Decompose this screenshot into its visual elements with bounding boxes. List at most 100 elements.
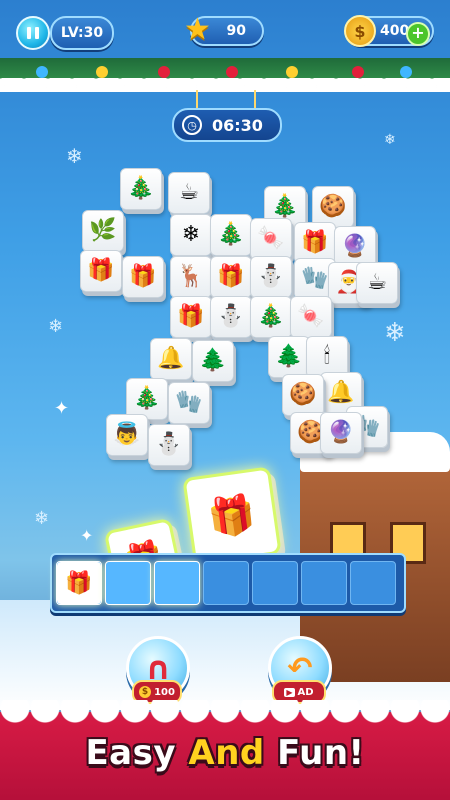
game-tile[interactable]: 🦌 [170,256,212,298]
wreath-icon: 🎄 [271,194,299,219]
sparkle-icon: ✦ [80,526,94,545]
holly-icon: 🌿 [89,218,117,243]
game-tile[interactable]: 🎄 [120,168,162,210]
game-tile[interactable]: 🍪 [282,374,324,416]
banner-snow [0,700,450,726]
snowflake-icon: ❄ [48,316,64,337]
game-tile[interactable]: 🔮 [320,412,362,454]
gingerbread-icon: 🍪 [289,382,317,407]
headline-word-highlight: And [188,733,265,773]
game-tile[interactable]: 🎄 [250,296,292,338]
reindeer-icon: 🦌 [177,264,205,289]
gift-box-icon: 🎁 [57,562,101,604]
pause-button[interactable] [16,16,50,50]
coin-value: 400 [380,23,410,39]
game-tile[interactable]: 🎁 [80,250,122,292]
tray-slot: 🎁 [56,561,102,605]
coin-icon: $ [139,686,152,698]
snowflake-icon: ❄ [34,508,50,529]
mitten-icon: 🧤 [175,390,203,415]
add-coins-button[interactable]: + [406,22,430,46]
game-tile[interactable]: 🎁 [210,256,252,298]
hot-cocoa-icon: ☕ [367,270,387,295]
game-tile[interactable]: 🌿 [82,210,124,252]
candy-cane-icon: 🍬 [297,304,325,329]
moving-tile: 🎁 [182,466,282,566]
timer-string-right [254,90,256,110]
snow-globe-icon: ⛄ [257,264,285,289]
tray-slot [350,561,396,605]
undo-ad-label: AD [297,686,314,698]
game-tile[interactable]: 🧤 [168,382,210,424]
ornament-icon [158,66,170,78]
snowflake-icon: ❄ [181,222,201,247]
ornament-icon [286,66,298,78]
wreath-icon: 🎄 [217,222,245,247]
tray-slot [203,561,249,605]
mitten-icon: 🧤 [301,266,329,291]
stars-value: 90 [226,23,246,39]
candle-icon: 🕯 [323,344,331,369]
headline-word: Fun! [277,733,365,773]
tray-slot [301,561,347,605]
game-tile[interactable]: 🍬 [250,218,292,260]
ornament-icon [352,66,364,78]
stars-counter: ★ 90 [184,12,264,47]
snowman-icon: ⛄ [217,304,245,329]
game-tile[interactable]: ☕ [356,262,398,304]
gift-box-icon: 🎁 [87,258,115,283]
gingerbread-icon: 🍪 [319,194,347,219]
timer-string-left [196,90,198,110]
angel-icon: 👼 [113,422,141,447]
game-tile[interactable]: 👼 [106,414,148,456]
snowflake-icon: ❄ [66,144,83,168]
hot-cocoa-icon: ☕ [179,180,199,205]
gift-box-icon: 🎁 [177,304,205,329]
game-tile[interactable]: 🔔 [150,338,192,380]
bell-icon: 🔔 [327,380,355,405]
video-ad-icon: ▶ [284,687,295,697]
wreath-icon: 🎄 [257,304,285,329]
game-tile[interactable]: ⛄ [250,256,292,298]
ornament-icon [226,66,238,78]
clock-icon: ◷ [182,115,202,135]
tile-tray: 🎁 [50,553,406,613]
level-label: LV:30 [60,25,104,41]
garland-snow [0,78,450,92]
sparkle-icon: ✦ [54,398,70,419]
gift-box-icon: 🎁 [129,264,157,289]
gift-box-icon: 🎁 [217,264,245,289]
ornament-icon [400,66,412,78]
game-tile[interactable]: 🎁 [122,256,164,298]
ornament-icon [36,66,48,78]
magnet-cost: 100 [154,686,175,698]
candy-cane-icon: 🍬 [257,226,285,251]
tray-slot [154,561,200,605]
level-badge: LV:30 [50,16,114,50]
snow-globe-icon: ⛄ [155,432,183,457]
coin-icon: $ [344,15,376,47]
game-tile[interactable]: 🎁 [170,296,212,338]
game-tile[interactable]: ⛄ [210,296,252,338]
game-tile[interactable]: 🍬 [290,296,332,338]
tray-slot [105,561,151,605]
ornament-icon [96,66,108,78]
game-tile[interactable]: ❄ [170,214,212,256]
wreath-icon: 🎄 [127,176,155,201]
game-tile[interactable]: 🌲 [192,340,234,382]
bell-icon: 🔔 [157,346,185,371]
game-tile[interactable]: ⛄ [148,424,190,466]
timer-value: 06:30 [212,115,263,135]
game-tile[interactable]: 🌲 [268,336,310,378]
christmas-tree-icon: 🌲 [275,344,303,369]
wreath-icon: 🎄 [133,386,161,411]
level-timer: ◷ 06:30 [172,108,282,142]
snowflake-icon: ❄ [384,132,396,148]
gift-box-icon: 🎁 [301,230,329,255]
coin-counter: $ 400 + [344,15,434,47]
game-tile[interactable]: ☕ [168,172,210,214]
promo-headline: Easy And Fun! [0,733,450,773]
ornament-icon: 🔮 [327,420,355,445]
gift-box-icon: 🎁 [205,490,259,541]
game-tile[interactable]: 🎄 [210,214,252,256]
